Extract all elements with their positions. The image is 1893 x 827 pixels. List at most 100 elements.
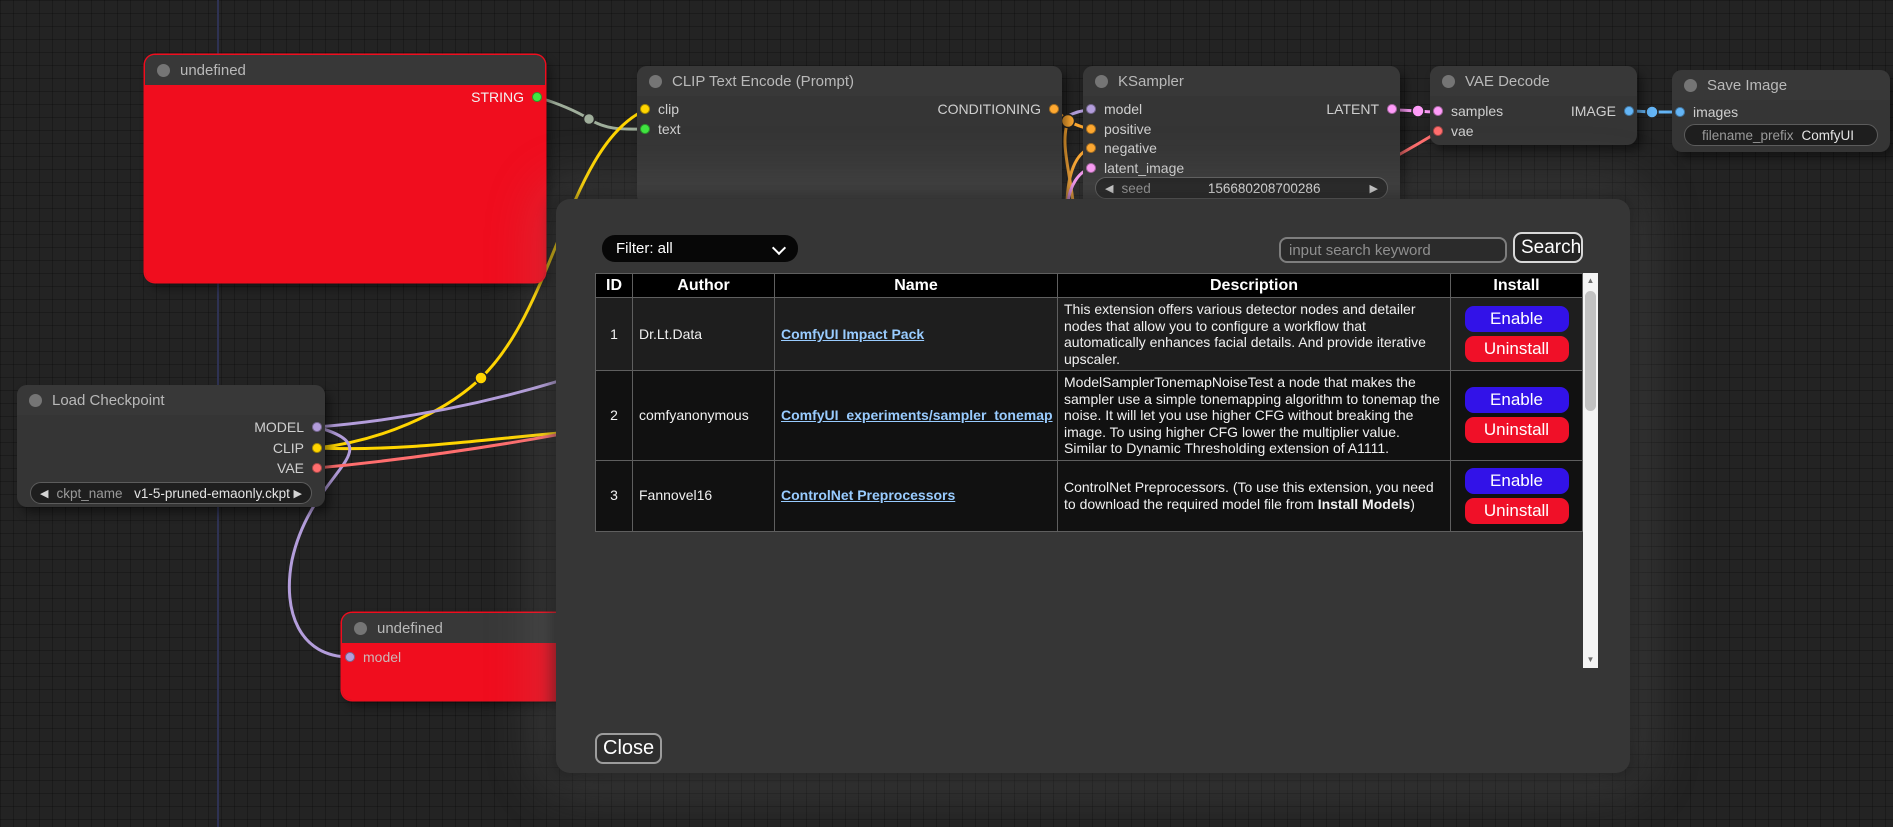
node-title: Load Checkpoint (52, 392, 165, 409)
reroute-dot-clip[interactable] (475, 372, 487, 384)
uninstall-button[interactable]: Uninstall (1465, 336, 1569, 362)
node-save-image[interactable]: Save Image images filename_prefix ComfyU… (1672, 70, 1890, 152)
input-dot-model[interactable] (345, 652, 355, 662)
input-label-images: images (1693, 104, 1738, 120)
cell-id: 2 (596, 371, 633, 461)
node-collapse-dot[interactable] (649, 75, 662, 88)
uninstall-button[interactable]: Uninstall (1465, 498, 1569, 524)
input-dot-vae[interactable] (1433, 126, 1443, 136)
input-dot-positive[interactable] (1086, 124, 1096, 134)
cell-name: ControlNet Preprocessors (775, 460, 1058, 531)
cell-name: ComfyUI Impact Pack (775, 298, 1058, 371)
node-title-bar[interactable]: KSampler (1083, 66, 1400, 96)
node-collapse-dot[interactable] (354, 622, 367, 635)
output-dot-clip[interactable] (312, 443, 322, 453)
input-dot-text[interactable] (640, 124, 650, 134)
seed-decrement-arrow[interactable]: ◀ (1105, 182, 1113, 195)
output-dot-image[interactable] (1624, 106, 1634, 116)
enable-button[interactable]: Enable (1465, 306, 1569, 332)
ckpt-name-widget[interactable]: ◀ ckpt_name v1-5-pruned-emaonly.ckpt ▶ (30, 482, 312, 504)
filter-select[interactable]: Filter: all (602, 235, 798, 262)
input-label-vae: vae (1451, 123, 1474, 139)
close-button[interactable]: Close (595, 733, 662, 764)
node-undefined-top[interactable]: undefined STRING (145, 55, 545, 282)
node-clip-text-encode[interactable]: CLIP Text Encode (Prompt) clip text COND… (637, 66, 1062, 206)
node-collapse-dot[interactable] (1684, 79, 1697, 92)
node-body-error: STRING (145, 85, 545, 282)
enable-button[interactable]: Enable (1465, 468, 1569, 494)
extension-link[interactable]: ComfyUI Impact Pack (781, 326, 924, 342)
reroute-dot-image[interactable] (1646, 106, 1658, 118)
enable-button[interactable]: Enable (1465, 387, 1569, 413)
node-title-bar[interactable]: undefined (145, 55, 545, 85)
node-undefined-bottom[interactable]: undefined model (342, 613, 582, 700)
seed-widget[interactable]: ◀ seed 156680208700286 ▶ (1095, 177, 1388, 199)
input-label-latent-image: latent_image (1104, 160, 1184, 176)
header-id: ID (596, 274, 633, 298)
search-input[interactable] (1279, 237, 1507, 263)
node-load-checkpoint[interactable]: Load Checkpoint MODEL CLIP VAE ◀ ckpt_na… (17, 385, 325, 507)
table-row: 2 comfyanonymous ComfyUI_experiments/sam… (596, 371, 1583, 461)
seed-increment-arrow[interactable]: ▶ (1370, 182, 1378, 195)
node-collapse-dot[interactable] (1095, 75, 1108, 88)
scrollbar-up-arrow-icon[interactable]: ▲ (1583, 273, 1598, 289)
ckpt-prev-arrow[interactable]: ◀ (40, 487, 48, 500)
input-label-positive: positive (1104, 121, 1151, 137)
input-dot-negative[interactable] (1086, 143, 1096, 153)
cell-install: Enable Uninstall (1451, 371, 1583, 461)
extension-link[interactable]: ComfyUI_experiments/sampler_tonemap (781, 407, 1053, 423)
filename-prefix-widget[interactable]: filename_prefix ComfyUI (1684, 124, 1878, 146)
ckpt-next-arrow[interactable]: ▶ (294, 487, 302, 500)
table-scrollbar[interactable]: ▲ ▼ (1583, 273, 1598, 668)
extensions-table-container: ID Author Name Description Install 1 Dr.… (595, 273, 1598, 668)
node-title: Save Image (1707, 77, 1787, 94)
seed-label: seed (1121, 181, 1150, 196)
reroute-dot-latent[interactable] (1412, 105, 1424, 117)
node-ksampler[interactable]: KSampler model positive negative latent_… (1083, 66, 1400, 211)
uninstall-button[interactable]: Uninstall (1465, 417, 1569, 443)
node-title-bar[interactable]: Save Image (1672, 70, 1890, 100)
link-conditioning-down-stub (1065, 121, 1073, 202)
node-title: CLIP Text Encode (Prompt) (672, 73, 854, 90)
node-title: KSampler (1118, 73, 1184, 90)
cell-description: ModelSamplerTonemapNoiseTest a node that… (1058, 371, 1451, 461)
header-install: Install (1451, 274, 1583, 298)
input-dot-images[interactable] (1675, 107, 1685, 117)
ckpt-name-value: v1-5-pruned-emaonly.ckpt (131, 486, 294, 501)
node-collapse-dot[interactable] (29, 394, 42, 407)
scrollbar-down-arrow-icon[interactable]: ▼ (1583, 652, 1598, 668)
cell-id: 1 (596, 298, 633, 371)
node-title-bar[interactable]: Load Checkpoint (17, 385, 325, 415)
description-text: ) (1410, 496, 1415, 512)
scrollbar-thumb[interactable] (1585, 291, 1596, 411)
cell-author: comfyanonymous (633, 371, 775, 461)
output-dot-model[interactable] (312, 422, 322, 432)
output-label-image: IMAGE (1571, 103, 1616, 119)
node-collapse-dot[interactable] (1442, 75, 1455, 88)
output-dot-string[interactable] (532, 92, 542, 102)
filename-prefix-label: filename_prefix (1702, 128, 1794, 143)
output-label-conditioning: CONDITIONING (938, 101, 1041, 117)
node-title-bar[interactable]: undefined (342, 613, 582, 643)
node-title-bar[interactable]: VAE Decode (1430, 66, 1637, 96)
header-description: Description (1058, 274, 1451, 298)
cell-description: ControlNet Preprocessors. (To use this e… (1058, 460, 1451, 531)
filename-prefix-value: ComfyUI (1802, 128, 1869, 143)
output-dot-conditioning[interactable] (1049, 104, 1059, 114)
extension-link[interactable]: ControlNet Preprocessors (781, 487, 955, 503)
node-vae-decode[interactable]: VAE Decode samples vae IMAGE (1430, 66, 1637, 145)
node-title: undefined (377, 620, 443, 637)
filter-dropdown-wrap: Filter: all (602, 235, 798, 262)
input-dot-latent-image[interactable] (1086, 163, 1096, 173)
output-dot-vae[interactable] (312, 463, 322, 473)
reroute-dot-string[interactable] (584, 114, 595, 125)
output-dot-latent[interactable] (1387, 104, 1397, 114)
ckpt-name-label: ckpt_name (56, 486, 122, 501)
reroute-dot-conditioning[interactable] (1062, 115, 1075, 128)
seed-value: 156680208700286 (1159, 181, 1370, 196)
node-title: undefined (180, 62, 246, 79)
search-button[interactable]: Search (1513, 232, 1583, 263)
node-title-bar[interactable]: CLIP Text Encode (Prompt) (637, 66, 1062, 96)
output-label-latent: LATENT (1326, 101, 1379, 117)
node-collapse-dot[interactable] (157, 64, 170, 77)
